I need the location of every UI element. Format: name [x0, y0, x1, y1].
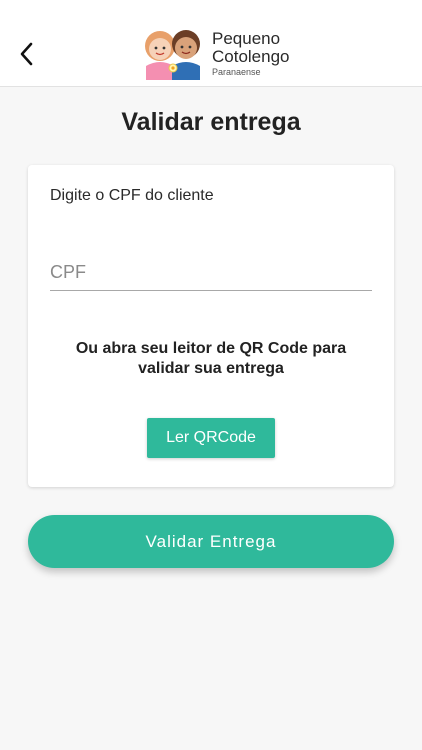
- read-qrcode-button[interactable]: Ler QRCode: [147, 418, 275, 458]
- logo-line-2: Cotolengo: [212, 47, 290, 66]
- cpf-label: Digite o CPF do cliente: [50, 187, 214, 204]
- children-logo-icon: [145, 30, 200, 80]
- qr-instructions: Ou abra seu leitor de QR Code para valid…: [75, 340, 347, 377]
- logo-line-1: Pequeno: [212, 29, 281, 48]
- chevron-left-icon: [20, 42, 33, 66]
- app-bar: Pequeno Cotolengo Paranaense: [0, 0, 422, 87]
- validate-delivery-button[interactable]: Validar Entrega: [28, 515, 394, 568]
- logo-line-3: Paranaense: [212, 67, 261, 77]
- logo: Pequeno Cotolengo Paranaense: [138, 24, 290, 84]
- validation-card: Digite o CPF do cliente Ou abra seu leit…: [28, 165, 394, 487]
- back-button[interactable]: [10, 36, 42, 72]
- page-title: Validar entrega: [121, 108, 301, 136]
- cpf-input[interactable]: [50, 255, 372, 291]
- logo-text: Pequeno Cotolengo Paranaense: [212, 30, 290, 77]
